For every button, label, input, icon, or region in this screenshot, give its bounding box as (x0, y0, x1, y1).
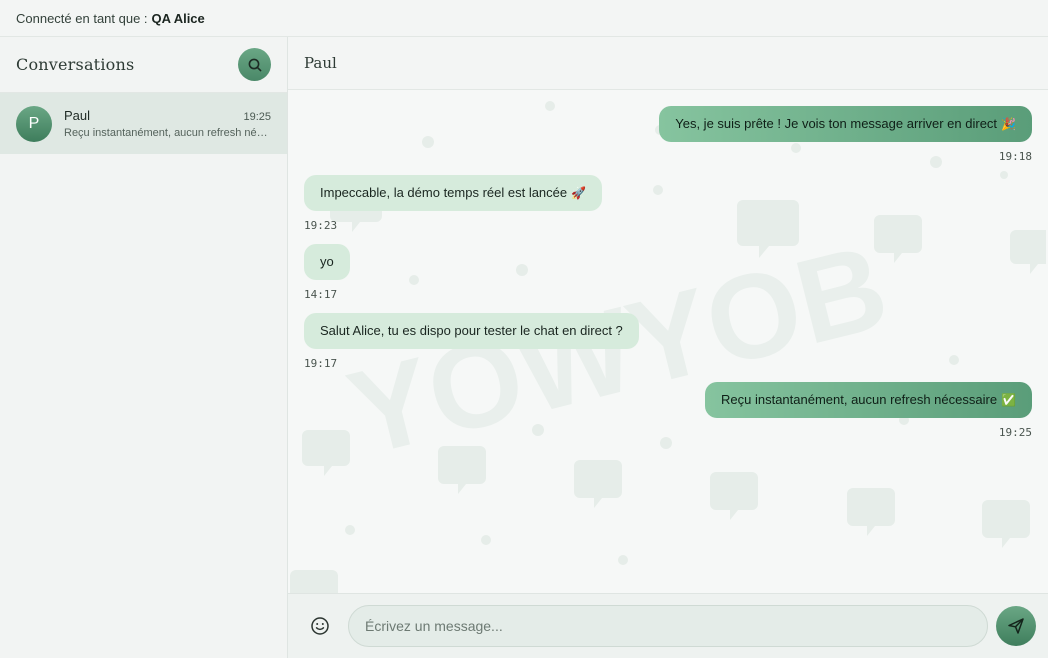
smiley-icon (311, 617, 329, 635)
paper-plane-icon (1008, 618, 1024, 634)
message-outgoing: Reçu instantanément, aucun refresh néces… (304, 382, 1032, 439)
search-button[interactable] (238, 48, 271, 81)
sidebar-title: Conversations (16, 55, 135, 74)
sidebar-header: Conversations (0, 37, 287, 93)
message-bubble: yo (304, 244, 350, 280)
party-emoji: 🎉 (1001, 117, 1016, 131)
emoji-button[interactable] (308, 614, 332, 638)
message-bubble: Yes, je suis prête ! Je vois ton message… (659, 106, 1032, 142)
avatar: P (16, 105, 52, 142)
chat-header: Paul (288, 37, 1048, 90)
rocket-emoji: 🚀 (571, 186, 587, 200)
search-icon (248, 58, 261, 71)
message-time: 19:23 (304, 219, 338, 232)
chat-title: Paul (304, 54, 337, 72)
message-time: 14:17 (304, 288, 338, 301)
message-time: 19:18 (998, 150, 1032, 163)
message-composer (288, 593, 1048, 658)
conversation-time: 19:25 (243, 111, 271, 123)
conversation-preview: Reçu instantanément, aucun refresh néces… (64, 127, 271, 139)
message-time: 19:17 (304, 357, 338, 370)
conversation-text: Paul 19:25 Reçu instantanément, aucun re… (64, 108, 271, 139)
top-bar: Connecté en tant que : QA Alice (0, 0, 1048, 37)
message-text: Reçu instantanément, aucun refresh néces… (721, 392, 998, 407)
message-list: Yes, je suis prête ! Je vois ton message… (288, 90, 1048, 593)
message-text: Impeccable, la démo temps réel est lancé… (320, 185, 568, 200)
message-time: 19:25 (998, 426, 1032, 439)
send-button[interactable] (996, 606, 1036, 646)
message-input[interactable] (348, 605, 988, 647)
message-bubble: Impeccable, la démo temps réel est lancé… (304, 175, 603, 211)
message-bubble: Reçu instantanément, aucun refresh néces… (705, 382, 1032, 418)
message-outgoing: Yes, je suis prête ! Je vois ton message… (304, 106, 1032, 163)
logged-in-label: Connecté en tant que : (16, 10, 148, 26)
sidebar: Conversations P Paul 19:25 Reçu instanta… (0, 37, 288, 658)
message-text: Salut Alice, tu es dispo pour tester le … (320, 323, 623, 338)
message-incoming: Salut Alice, tu es dispo pour tester le … (304, 313, 1032, 370)
message-bubble: Salut Alice, tu es dispo pour tester le … (304, 313, 639, 349)
conversation-item-paul[interactable]: P Paul 19:25 Reçu instantanément, aucun … (0, 93, 287, 154)
check-emoji: ✅ (1001, 393, 1016, 407)
message-text: yo (320, 254, 334, 269)
message-incoming: yo 14:17 (304, 244, 1032, 301)
message-text: Yes, je suis prête ! Je vois ton message… (675, 116, 998, 131)
conversation-name: Paul (64, 108, 91, 123)
chat-panel: Paul YOWYOB Yes, je suis prête ! Je vois… (288, 37, 1048, 658)
logged-in-user: QA Alice (151, 10, 205, 26)
message-incoming: Impeccable, la démo temps réel est lancé… (304, 175, 1032, 232)
